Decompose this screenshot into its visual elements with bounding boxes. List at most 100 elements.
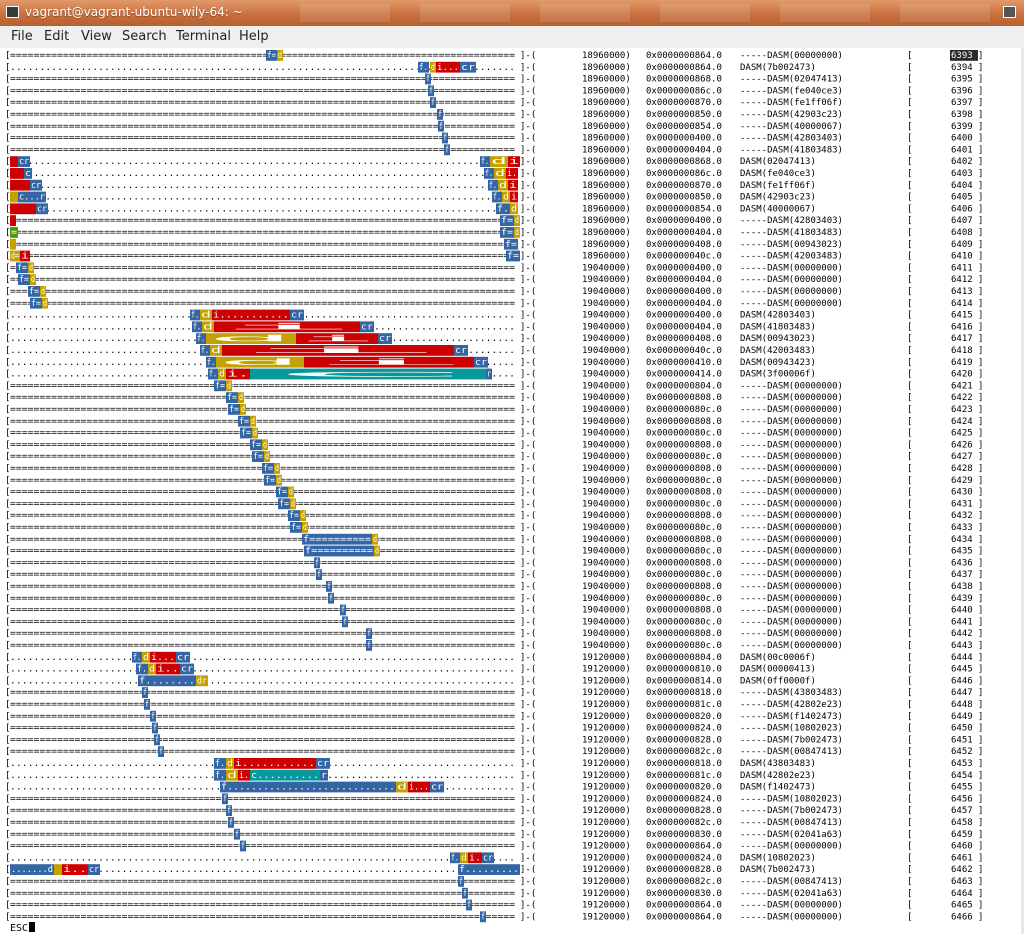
terminal-area[interactable]: [ =======================================… xyxy=(0,48,1024,934)
row-bracket: [ xyxy=(907,629,912,639)
pc-address: 0x0000000854.0 xyxy=(646,204,722,214)
pipeline-stage-label: f. xyxy=(497,204,509,214)
disassembly: -----DASM(00000000) xyxy=(740,464,843,474)
pc-address: 0x0000000830.0 xyxy=(646,889,722,899)
pipeline-stage-label: f. xyxy=(493,193,501,203)
row-bracket-end: ] xyxy=(978,606,983,616)
menu-edit[interactable]: Edit xyxy=(44,29,69,44)
pipeline-stage-label: i. xyxy=(227,370,249,380)
cycle-time: 19040000) xyxy=(582,488,631,498)
cycle-time: 18960000) xyxy=(582,134,631,144)
disassembly: -----DASM(f1402473) xyxy=(740,712,843,722)
pc-address: 0x0000000808.0 xyxy=(646,417,722,427)
disassembly: -----DASM(00000000) xyxy=(740,440,843,450)
waveform-track: ========================================… xyxy=(10,606,516,616)
pc-address: 0x000000086c.0 xyxy=(646,169,722,179)
disassembly: -----DASM(00000000) xyxy=(740,912,843,922)
disassembly: DASM(02047413) xyxy=(740,157,816,167)
row-index: 6417 xyxy=(951,334,973,344)
row-bracket-close: ]-( xyxy=(520,806,536,816)
row-bracket-end: ] xyxy=(978,865,983,875)
row-bracket-close: ]-( xyxy=(520,322,536,332)
pc-address: 0x0000000408.0 xyxy=(646,240,722,250)
pipeline-stage-label: f xyxy=(329,594,333,604)
cycle-time: 19040000) xyxy=(582,275,631,285)
row-bracket: [ xyxy=(907,228,912,238)
cycle-time: 19040000) xyxy=(582,429,631,439)
cycle-time: 19120000) xyxy=(582,806,631,816)
pipeline-stage-label: f. xyxy=(137,665,147,675)
pipeline-stage-label: f xyxy=(429,86,433,96)
row-bracket-close: ]-( xyxy=(520,606,536,616)
pipeline-stage-block xyxy=(10,215,16,226)
disassembly: -----DASM(00000000) xyxy=(740,393,843,403)
pipeline-stage-label: d xyxy=(227,771,237,781)
pipeline-stage-label: f= xyxy=(277,488,287,498)
row-bracket-close: ]-( xyxy=(520,393,536,403)
row-bracket: [ xyxy=(907,311,912,321)
pipeline-stage-label: f. xyxy=(207,358,215,368)
row-bracket-end: ] xyxy=(978,476,983,486)
pipeline-stage-label: f= xyxy=(505,240,517,250)
waveform-track: ========================================… xyxy=(10,488,516,498)
waveform-track: ========================================… xyxy=(10,511,516,521)
row-bracket-end: ] xyxy=(978,204,983,214)
disassembly: -----DASM(00000000) xyxy=(740,641,843,651)
row-index: 6460 xyxy=(951,842,973,852)
row-bracket-close: ]-( xyxy=(520,51,536,61)
row-bracket-end: ] xyxy=(978,570,983,580)
waveform-track: ........................................… xyxy=(10,157,515,167)
row-bracket: [ xyxy=(907,818,912,828)
row-index: 6429 xyxy=(951,476,973,486)
row-bracket: [ xyxy=(907,122,912,132)
pipeline-stage-label: f= xyxy=(267,51,276,61)
cycle-time: 19040000) xyxy=(582,263,631,273)
row-bracket-close: ]-( xyxy=(520,263,536,273)
row-bracket-end: ] xyxy=(978,393,983,403)
cycle-time: 19120000) xyxy=(582,676,631,686)
row-bracket: [ xyxy=(907,641,912,651)
pipeline-stage-label: f xyxy=(459,877,463,887)
cycle-time: 18960000) xyxy=(582,51,631,61)
waveform-track: ........................................… xyxy=(10,169,515,179)
pipeline-stage-label: c xyxy=(25,169,31,179)
pipeline-stage-block xyxy=(10,156,18,167)
pipeline-stage-label: d xyxy=(278,51,282,61)
row-bracket-end: ] xyxy=(978,322,983,332)
row-bracket-close: ]-( xyxy=(520,429,536,439)
menu-file[interactable]: File xyxy=(11,29,33,44)
row-bracket: [ xyxy=(907,771,912,781)
pipeline-stage-label: cr xyxy=(89,865,99,875)
pipeline-stage-label: d xyxy=(43,299,47,309)
pc-address: 0x000000080c.0 xyxy=(646,476,722,486)
pipeline-stage-label: f xyxy=(343,617,347,627)
menu-terminal[interactable]: Terminal xyxy=(176,29,231,44)
row-bracket-close: ]-( xyxy=(520,688,536,698)
menu-help[interactable]: Help xyxy=(239,29,269,44)
waveform-track: ========================================… xyxy=(10,747,516,757)
waveform-track: ========================================… xyxy=(10,735,516,745)
disassembly: -----DASM(00847413) xyxy=(740,747,843,757)
window-menu-icon[interactable] xyxy=(1003,6,1016,18)
row-bracket-close: ]-( xyxy=(520,299,536,309)
row-bracket-close: ]-( xyxy=(520,405,536,415)
row-bracket: [ xyxy=(907,204,912,214)
row-index: 6445 xyxy=(951,665,973,675)
row-bracket: [ xyxy=(907,700,912,710)
cycle-time: 19120000) xyxy=(582,853,631,863)
waveform-track: ========================================… xyxy=(10,499,516,509)
row-bracket-close: ]-( xyxy=(520,570,536,580)
row-bracket: [ xyxy=(907,405,912,415)
disassembly: DASM(42903c23) xyxy=(740,193,816,203)
row-bracket-close: ]-( xyxy=(520,759,536,769)
row-bracket-end: ] xyxy=(978,417,983,427)
menu-search[interactable]: Search xyxy=(122,29,167,44)
row-index: 6412 xyxy=(951,275,973,285)
pipeline-stage-label: f. xyxy=(133,653,141,663)
row-index: 6405 xyxy=(951,193,973,203)
menu-view[interactable]: View xyxy=(81,29,112,44)
waveform-track: ========================================… xyxy=(10,806,516,816)
row-index: 6442 xyxy=(951,629,973,639)
waveform-track: ========================================… xyxy=(10,429,516,439)
cycle-time: 19040000) xyxy=(582,393,631,403)
